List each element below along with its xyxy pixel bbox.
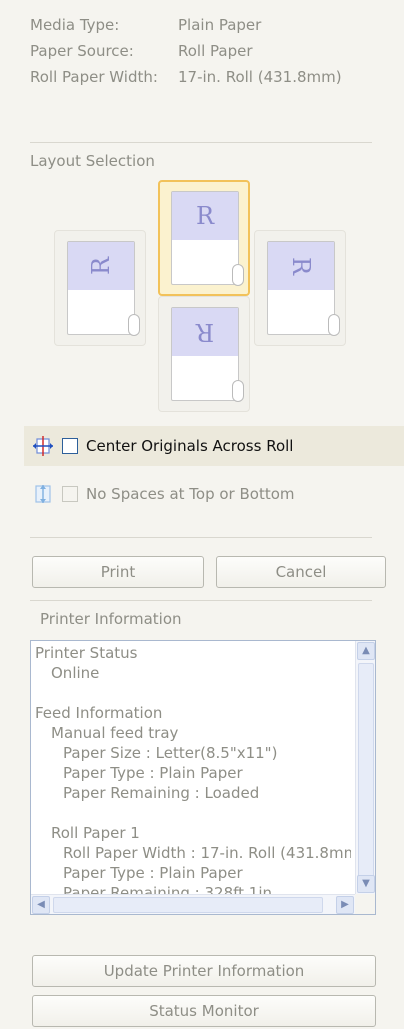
center-originals-label: Center Originals Across Roll [86,437,294,455]
scroll-up-icon[interactable]: ▲ [357,642,375,660]
paper-source-value: Roll Paper [178,42,253,60]
no-spaces-checkbox[interactable] [62,486,78,502]
divider [30,600,372,601]
scroll-down-icon[interactable]: ▼ [357,875,375,893]
printer-info-line: Paper Type : Plain Paper [63,864,243,882]
layout-option-upside-down[interactable]: R [158,296,250,412]
printer-information-label: Printer Information [40,610,182,628]
vertical-scroll-thumb[interactable] [358,663,374,893]
roll-width-value: 17-in. Roll (431.8mm) [178,68,342,86]
center-originals-checkbox[interactable] [62,438,78,454]
printer-info-line: Manual feed tray [51,724,179,742]
printer-info-line: Roll Paper 1 [51,824,140,842]
printer-info-line: Printer Status [35,644,138,662]
status-monitor-button[interactable]: Status Monitor [32,995,376,1027]
printer-info-line [35,683,351,703]
printer-info-text: Printer Status Online Feed Information M… [35,643,351,894]
media-type-row: Media Type: Plain Paper [30,14,261,36]
media-type-value: Plain Paper [178,16,262,34]
media-type-label: Media Type: [30,16,120,34]
divider [30,142,372,143]
cancel-button[interactable]: Cancel [216,556,386,588]
printer-info-line: Paper Remaining : 328ft 1in [63,884,273,894]
layout-glyph-3: R [286,256,315,276]
center-originals-row[interactable]: Center Originals Across Roll [24,426,404,466]
update-printer-information-button[interactable]: Update Printer Information [32,955,376,987]
printer-info-line: Paper Size : Letter(8.5"x11") [63,744,278,762]
printer-info-line: Online [51,664,100,682]
horizontal-scroll-thumb[interactable] [53,897,323,913]
printer-info-panel[interactable]: Printer Status Online Feed Information M… [30,640,376,915]
layout-option-rotated-left[interactable]: R [54,230,146,346]
layout-glyph-4: R [195,318,215,346]
horizontal-scrollbar[interactable]: ◀ ▶ [31,894,355,914]
vertical-scrollbar[interactable]: ▲ ▼ [355,641,375,894]
scroll-right-icon[interactable]: ▶ [336,896,354,914]
layout-glyph-1: R [86,256,115,276]
layout-option-upright[interactable]: R [158,180,250,296]
roll-width-label: Roll Paper Width: [30,68,158,86]
print-button[interactable]: Print [32,556,204,588]
roll-width-row: Roll Paper Width: 17-in. Roll (431.8mm) [30,66,342,88]
no-spaces-icon [35,485,51,503]
scroll-corner [355,894,375,914]
divider [30,537,372,538]
printer-info-line: Roll Paper Width : 17-in. Roll (431.8mm [63,844,351,862]
layout-glyph-2: R [195,202,215,230]
center-originals-icon [33,436,53,456]
printer-info-line [35,803,351,823]
paper-source-row: Paper Source: Roll Paper [30,40,253,62]
printer-info-line: Paper Type : Plain Paper [63,764,243,782]
no-spaces-row[interactable]: No Spaces at Top or Bottom [24,474,404,514]
layout-option-rotated-right[interactable]: R [254,230,346,346]
layout-selection-label: Layout Selection [30,152,155,170]
scroll-left-icon[interactable]: ◀ [32,896,50,914]
printer-info-line: Paper Remaining : Loaded [63,784,260,802]
no-spaces-label: No Spaces at Top or Bottom [86,485,295,503]
paper-source-label: Paper Source: [30,42,134,60]
printer-info-line: Feed Information [35,704,163,722]
